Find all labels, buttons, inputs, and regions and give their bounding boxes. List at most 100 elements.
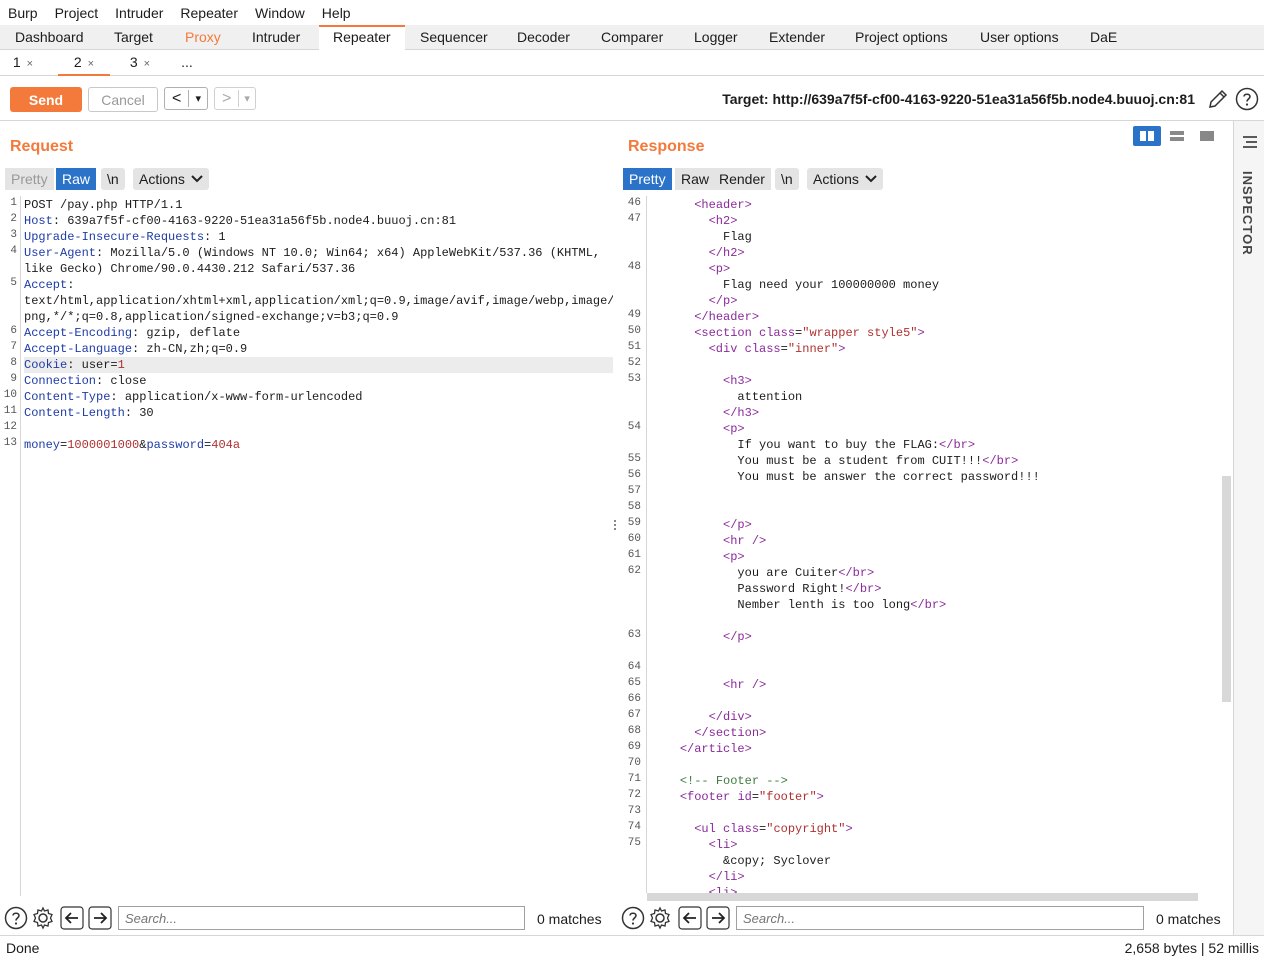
- menu-help[interactable]: Help: [322, 5, 351, 21]
- help-icon[interactable]: [621, 906, 645, 930]
- response-line: [651, 805, 1222, 821]
- request-line: like Gecko) Chrome/90.0.4430.212 Safari/…: [24, 261, 613, 277]
- response-line: You must be a student from CUIT!!!</br>: [651, 454, 1019, 468]
- tab-logger[interactable]: Logger: [680, 25, 752, 50]
- html-tag: <li>: [708, 838, 738, 852]
- text: application/x-www-form-urlencoded: [117, 390, 363, 404]
- response-line: [651, 357, 1222, 373]
- gear-icon[interactable]: [31, 906, 55, 930]
- request-line: Host: 639a7f5f-cf00-4163-9220-51ea31a56f…: [24, 213, 613, 229]
- line-number: 58: [627, 501, 641, 513]
- response-line: Password Right!</br>: [651, 582, 882, 596]
- history-back-group[interactable]: < ▾: [164, 87, 208, 110]
- edit-target-icon[interactable]: [1206, 87, 1230, 111]
- response-line: &copy; Syclover: [651, 854, 832, 868]
- tab-repeater[interactable]: Repeater: [319, 25, 405, 50]
- html-tag: <p>: [708, 262, 731, 276]
- response-editor[interactable]: 46 <header> 47 <h2> Flag </h2> 48 <p> Flag…: [619, 196, 1222, 893]
- pane-splitter-handle[interactable]: [614, 518, 617, 536]
- menu-window[interactable]: Window: [255, 5, 305, 21]
- html-comment: <!-- Footer -->: [679, 774, 788, 788]
- target-url: Target: http://639a7f5f-cf00-4163-9220-5…: [722, 91, 1195, 107]
- tab-intruder[interactable]: Intruder: [238, 25, 314, 50]
- cancel-button[interactable]: Cancel: [88, 87, 158, 112]
- help-icon[interactable]: [1235, 87, 1259, 111]
- tab-user-options[interactable]: User options: [966, 25, 1073, 50]
- repeater-tab-2[interactable]: 2 ×: [58, 50, 110, 76]
- text: gzip, deflate: [139, 326, 241, 340]
- response-line: <h2>: [651, 213, 1222, 229]
- html-tag: >: [917, 326, 925, 340]
- request-line: Upgrade-Insecure-Requests: 1: [24, 229, 613, 245]
- send-button[interactable]: Send: [10, 87, 82, 112]
- forward-icon[interactable]: >: [215, 90, 238, 108]
- forward-dropdown-icon[interactable]: ▾: [239, 92, 255, 105]
- layout-top-bottom-button[interactable]: [1163, 126, 1191, 146]
- request-actions-label: Actions: [139, 171, 185, 187]
- request-editor[interactable]: 1 POST /pay.php HTTP/1.1 2 Host: 639a7f5f-c…: [0, 196, 613, 896]
- request-pretty-button[interactable]: Pretty: [5, 168, 54, 190]
- close-icon[interactable]: ×: [144, 58, 150, 70]
- tab-extender[interactable]: Extender: [755, 25, 839, 50]
- next-match-icon[interactable]: [706, 906, 730, 930]
- help-icon[interactable]: [4, 906, 28, 930]
- tab-dae[interactable]: DaE: [1076, 25, 1131, 50]
- request-line: User-Agent: Mozilla/5.0 (Windows NT 10.0…: [24, 245, 613, 261]
- request-search-input[interactable]: [118, 906, 525, 930]
- response-render-button[interactable]: Render: [713, 168, 771, 190]
- request-line: Accept:: [24, 277, 613, 293]
- menu-icon[interactable]: [1242, 135, 1258, 149]
- back-icon[interactable]: <: [165, 90, 188, 108]
- request-newline-button[interactable]: \n: [101, 168, 125, 190]
- response-line: <div class="inner">: [708, 342, 846, 356]
- menu-burp[interactable]: Burp: [8, 5, 38, 21]
- line-number: 51: [627, 341, 641, 353]
- menu-intruder[interactable]: Intruder: [115, 5, 163, 21]
- response-search-input[interactable]: [736, 906, 1144, 930]
- response-match-count: 0 matches: [1156, 911, 1221, 927]
- back-dropdown-icon[interactable]: ▾: [189, 92, 207, 105]
- header-name: Accept-Encoding: [24, 326, 133, 340]
- gear-icon[interactable]: [648, 906, 672, 930]
- tab-sequencer[interactable]: Sequencer: [406, 25, 502, 50]
- main-tab-bar: Dashboard Target Proxy Intruder Repeater Sequ…: [0, 25, 1264, 50]
- tab-proxy[interactable]: Proxy: [171, 25, 235, 50]
- header-name: Host: [24, 214, 53, 228]
- tab-project-options[interactable]: Project options: [841, 25, 962, 50]
- request-raw-button[interactable]: Raw: [56, 168, 97, 190]
- line-number: 48: [627, 261, 641, 273]
- menu-repeater[interactable]: Repeater: [180, 5, 238, 21]
- tab-comparer[interactable]: Comparer: [587, 25, 677, 50]
- header-name: password: [146, 438, 205, 452]
- line-number: 50: [627, 325, 641, 337]
- new-tab-button[interactable]: ...: [170, 50, 204, 76]
- close-icon[interactable]: ×: [27, 58, 33, 70]
- history-forward-group[interactable]: > ▾: [214, 87, 256, 110]
- tab-dashboard[interactable]: Dashboard: [1, 25, 98, 50]
- previous-match-icon[interactable]: [60, 906, 84, 930]
- response-raw-button[interactable]: Raw: [675, 168, 716, 190]
- layout-tabs-button[interactable]: [1193, 126, 1221, 146]
- response-newline-button[interactable]: \n: [775, 168, 799, 190]
- repeater-tab-1[interactable]: 1 ×: [0, 50, 46, 76]
- request-actions-button[interactable]: Actions: [133, 168, 209, 190]
- html-tag: </h2>: [708, 246, 745, 260]
- layout-side-by-side-button[interactable]: [1133, 126, 1161, 146]
- next-match-icon[interactable]: [88, 906, 112, 930]
- response-pretty-button[interactable]: Pretty: [623, 168, 672, 190]
- close-icon[interactable]: ×: [88, 58, 94, 70]
- separator: :: [124, 406, 133, 420]
- response-actions-button[interactable]: Actions: [807, 168, 883, 190]
- line-number: 10: [3, 389, 17, 401]
- request-line: png,*/*;q=0.8,application/signed-exchang…: [24, 309, 613, 325]
- response-line: Flag need your 100000000 money: [651, 278, 940, 292]
- inspector-sidebar[interactable]: INSPECTOR: [1233, 121, 1264, 935]
- response-line: <hr />: [651, 677, 1222, 693]
- horizontal-scrollbar-thumb[interactable]: [647, 893, 1198, 901]
- menu-project[interactable]: Project: [55, 5, 99, 21]
- tab-target[interactable]: Target: [100, 25, 167, 50]
- vertical-scrollbar-thumb[interactable]: [1222, 476, 1231, 702]
- repeater-tab-3[interactable]: 3 ×: [114, 50, 166, 76]
- previous-match-icon[interactable]: [678, 906, 702, 930]
- tab-decoder[interactable]: Decoder: [503, 25, 584, 50]
